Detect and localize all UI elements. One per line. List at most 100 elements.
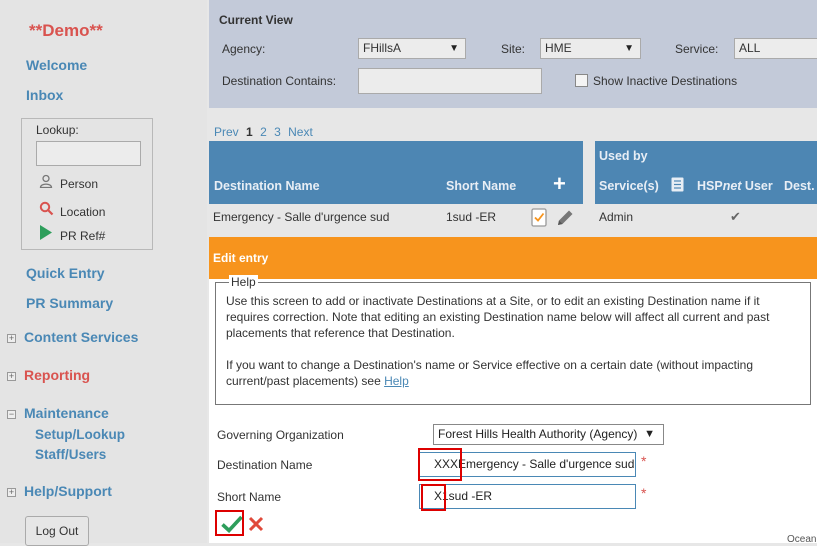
checkmark-icon: ✔ bbox=[730, 209, 741, 224]
help-legend: Help bbox=[229, 275, 258, 289]
nav-maintenance-label: Maintenance bbox=[24, 405, 109, 421]
nav-staff-users[interactable]: Staff/Users bbox=[35, 447, 106, 462]
nav-quick-entry[interactable]: Quick Entry bbox=[26, 265, 105, 281]
cancel-x-icon[interactable] bbox=[248, 516, 264, 535]
edit-entry-panel: Help Use this screen to add or inactivat… bbox=[209, 275, 817, 545]
agency-select[interactable]: FHillsA ▼ bbox=[358, 38, 466, 59]
chevron-down-icon: ▼ bbox=[624, 43, 634, 54]
header-dest: Dest. bbox=[784, 179, 815, 193]
lookup-title: Lookup: bbox=[36, 123, 79, 137]
pager-page[interactable]: 2 bbox=[260, 125, 267, 139]
current-view-title: Current View bbox=[219, 13, 293, 27]
help-paragraph-1: Use this screen to add or inactivate Des… bbox=[226, 294, 770, 340]
logout-button[interactable]: Log Out bbox=[25, 516, 89, 546]
help-text: Use this screen to add or inactivate Des… bbox=[226, 293, 804, 389]
expand-icon[interactable]: + bbox=[7, 372, 16, 381]
location-search-icon bbox=[38, 201, 54, 219]
nav-reporting-label: Reporting bbox=[24, 367, 91, 383]
lookup-input[interactable] bbox=[36, 141, 141, 166]
highlight-box bbox=[421, 484, 446, 511]
header-short-name[interactable]: Short Name bbox=[446, 179, 516, 193]
site-select[interactable]: HME ▼ bbox=[540, 38, 641, 59]
lookup-person[interactable]: Person bbox=[38, 174, 98, 191]
list-icon bbox=[671, 177, 684, 195]
nav-inbox[interactable]: Inbox bbox=[26, 87, 63, 103]
service-label: Service: bbox=[675, 42, 719, 56]
required-marker: * bbox=[641, 453, 647, 469]
header-used-by: Used by bbox=[599, 149, 648, 163]
nav-welcome[interactable]: Welcome bbox=[26, 57, 87, 73]
service-value: ALL bbox=[739, 41, 761, 55]
nav-content-services-label: Content Services bbox=[24, 329, 139, 345]
site-value: HME bbox=[545, 41, 572, 55]
help-paragraph-2: If you want to change a Destination's na… bbox=[226, 357, 804, 389]
required-marker: * bbox=[641, 485, 647, 501]
service-select[interactable]: ALL bbox=[734, 38, 817, 59]
expand-icon[interactable]: + bbox=[7, 334, 16, 343]
lookup-location-label: Location bbox=[60, 205, 106, 219]
edit-entry-bar: Edit entry bbox=[209, 237, 817, 279]
agency-label: Agency: bbox=[222, 42, 266, 56]
governing-organization-select[interactable]: Forest Hills Health Authority (Agency) ▼ bbox=[433, 424, 664, 445]
lookup-panel: Lookup: Person Location PR Ref# bbox=[21, 118, 153, 250]
nav-help-support-label: Help/Support bbox=[24, 483, 112, 499]
checklist-icon[interactable] bbox=[531, 208, 547, 230]
hspnet-italic: net bbox=[722, 179, 742, 193]
highlight-box bbox=[215, 510, 244, 536]
nav-reporting[interactable]: + Reporting bbox=[7, 367, 90, 383]
expand-icon[interactable]: + bbox=[7, 488, 16, 497]
hspnet-text: HSP bbox=[697, 179, 723, 193]
pager-current: 1 bbox=[246, 125, 253, 139]
chevron-down-icon: ▼ bbox=[449, 43, 459, 54]
show-inactive-label: Show Inactive Destinations bbox=[593, 74, 738, 88]
help-link[interactable]: Help bbox=[384, 374, 409, 388]
pager-page[interactable]: 3 bbox=[274, 125, 281, 139]
partial-label: Ocean bbox=[787, 534, 817, 545]
destination-contains-label: Destination Contains: bbox=[222, 74, 337, 88]
pagination: Prev 1 2 3 Next bbox=[214, 125, 317, 139]
pager-next[interactable]: Next bbox=[288, 125, 313, 139]
demo-banner: **Demo** bbox=[29, 21, 103, 40]
edit-pencil-icon[interactable] bbox=[555, 208, 575, 231]
nav-maintenance[interactable]: − Maintenance bbox=[7, 405, 109, 421]
nav-help-support[interactable]: + Help/Support bbox=[7, 483, 112, 499]
header-destination-name[interactable]: Destination Name bbox=[214, 179, 320, 193]
collapse-icon[interactable]: − bbox=[7, 410, 16, 419]
add-destination-button[interactable]: + bbox=[553, 171, 566, 197]
governing-organization-label: Governing Organization bbox=[217, 428, 344, 442]
nav-pr-summary[interactable]: PR Summary bbox=[26, 295, 113, 311]
row-service: Admin bbox=[599, 210, 634, 224]
pager-prev[interactable]: Prev bbox=[214, 125, 239, 139]
highlight-box bbox=[418, 448, 462, 481]
header-services: Service(s) bbox=[599, 179, 659, 193]
lookup-location[interactable]: Location bbox=[38, 201, 105, 219]
header-hspnet-user: HSPnet User bbox=[697, 179, 773, 193]
short-name-label: Short Name bbox=[217, 490, 282, 504]
lookup-pr-ref-label: PR Ref# bbox=[60, 229, 106, 243]
help-paragraph-2-text: If you want to change a Destination's na… bbox=[226, 358, 754, 388]
site-label: Site: bbox=[501, 42, 526, 56]
chevron-down-icon: ▼ bbox=[644, 428, 655, 440]
person-icon bbox=[38, 174, 54, 191]
edit-entry-title: Edit entry bbox=[213, 251, 269, 265]
lookup-person-label: Person bbox=[60, 177, 99, 191]
destinations-table-header: Destination Name Short Name + bbox=[209, 141, 583, 204]
destination-contains-input[interactable] bbox=[358, 68, 542, 94]
lookup-pr-ref[interactable]: PR Ref# bbox=[38, 225, 105, 243]
current-view-panel: Current View Agency: FHillsA ▼ Site: HME ▼… bbox=[209, 0, 817, 108]
governing-organization-value: Forest Hills Health Authority (Agency) bbox=[438, 427, 638, 441]
row-destination-name: Emergency - Salle d'urgence sud bbox=[213, 210, 390, 224]
destination-name-label: Destination Name bbox=[217, 458, 313, 472]
table-row[interactable]: Emergency - Salle d'urgence sud 1sud -ER bbox=[209, 204, 583, 234]
short-name-input[interactable]: X1sud -ER bbox=[419, 484, 636, 509]
nav-setup-lookup[interactable]: Setup/Lookup bbox=[35, 427, 125, 442]
agency-value: FHillsA bbox=[363, 41, 401, 55]
row-short-name: 1sud -ER bbox=[446, 210, 497, 224]
nav-content-services[interactable]: + Content Services bbox=[7, 329, 138, 345]
used-by-header: Used by Service(s) HSPnet User Dest. bbox=[595, 141, 817, 204]
table-row-usage: Admin ✔ bbox=[595, 204, 817, 234]
sidebar: **Demo** Welcome Inbox Lookup: Person Lo… bbox=[0, 0, 207, 546]
show-inactive-checkbox[interactable] bbox=[575, 74, 588, 87]
play-icon bbox=[38, 225, 54, 243]
help-fieldset: Help Use this screen to add or inactivat… bbox=[215, 275, 811, 405]
